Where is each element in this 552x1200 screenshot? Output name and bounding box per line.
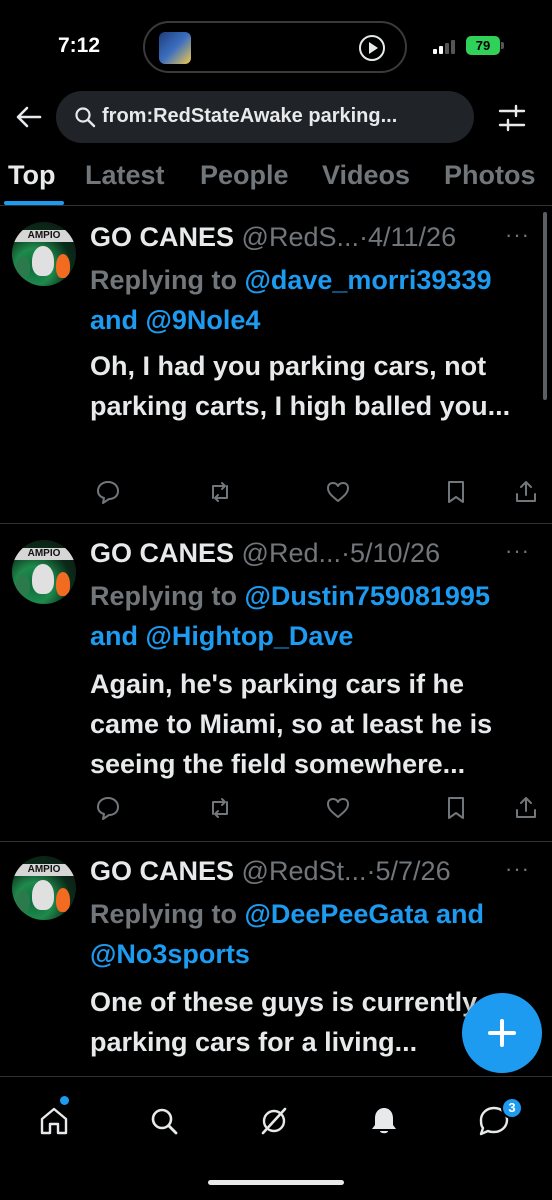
tweet-date[interactable]: 5/7/26 — [376, 856, 451, 886]
active-tab-indicator — [4, 201, 64, 205]
reply-icon[interactable] — [94, 794, 122, 822]
avatar-figure — [32, 564, 54, 594]
like-heart-icon[interactable] — [324, 794, 352, 822]
handle[interactable]: @RedS... — [242, 222, 359, 252]
reply-icon[interactable] — [94, 478, 122, 506]
bookmark-icon[interactable] — [442, 478, 470, 506]
more-options-icon[interactable]: ··· — [505, 856, 530, 882]
repost-icon[interactable] — [206, 478, 234, 506]
home-unread-dot — [60, 1096, 69, 1105]
more-options-icon[interactable]: ··· — [505, 538, 530, 564]
avatar-figure — [56, 572, 70, 596]
home-icon[interactable] — [36, 1103, 72, 1139]
tweet-actions — [90, 794, 540, 822]
avatar[interactable]: AMPIO — [12, 540, 76, 604]
home-indicator[interactable] — [208, 1180, 344, 1185]
like-heart-icon[interactable] — [324, 478, 352, 506]
battery-nub — [501, 42, 504, 49]
mention-joiner: and — [90, 305, 139, 335]
notifications-bell-icon[interactable] — [366, 1103, 402, 1139]
tweet-header: GO CANES @RedS...·4/11/26 — [90, 222, 456, 253]
tab-top[interactable]: Top — [8, 160, 55, 191]
search-explore-icon[interactable] — [146, 1103, 182, 1139]
separator-dot: · — [366, 856, 376, 886]
avatar-figure — [32, 246, 54, 276]
battery-indicator: 79 — [466, 36, 500, 55]
status-time: 7:12 — [58, 34, 101, 57]
search-input[interactable]: from:RedStateAwake parking... — [56, 91, 474, 143]
replying-label: Replying to — [90, 265, 245, 295]
now-playing-thumbnail — [159, 32, 191, 64]
repost-icon[interactable] — [206, 794, 234, 822]
handle[interactable]: @Red... — [242, 538, 341, 568]
bookmark-icon[interactable] — [442, 794, 470, 822]
separator-dot: · — [359, 222, 368, 252]
mention-link[interactable]: @Hightop_Dave — [146, 621, 354, 651]
compose-post-button[interactable] — [462, 993, 542, 1073]
share-icon[interactable] — [512, 478, 540, 506]
tab-videos[interactable]: Videos — [322, 160, 410, 191]
tweet-header: GO CANES @RedSt...·5/7/26 — [90, 856, 451, 887]
avatar-banner-text: AMPIO — [12, 864, 76, 876]
avatar-figure — [16, 890, 30, 912]
tweet-date[interactable]: 5/10/26 — [350, 538, 440, 568]
tab-photos[interactable]: Photos — [444, 160, 536, 191]
tweet-header: GO CANES @Red...·5/10/26 — [90, 538, 440, 569]
display-name[interactable]: GO CANES — [90, 538, 234, 568]
play-icon[interactable] — [359, 35, 385, 61]
avatar-banner-text: AMPIO — [12, 548, 76, 560]
mention-link[interactable]: @9Nole4 — [146, 305, 261, 335]
avatar[interactable]: AMPIO — [12, 856, 76, 920]
tweet-text[interactable]: One of these guys is currently parking c… — [90, 982, 510, 1062]
replying-label: Replying to — [90, 899, 245, 929]
avatar-figure — [32, 880, 54, 910]
search-header: from:RedStateAwake parking... — [0, 90, 552, 146]
search-tabs: Top Latest People Videos Photos — [0, 152, 552, 206]
cellular-signal-icon — [433, 38, 459, 54]
search-query: from:RedStateAwake parking... — [102, 105, 398, 127]
avatar-figure — [16, 256, 30, 278]
separator-dot: · — [341, 538, 350, 568]
mention-link[interactable]: @dave_morri39339 — [245, 265, 492, 295]
avatar[interactable]: AMPIO — [12, 222, 76, 286]
display-name[interactable]: GO CANES — [90, 222, 234, 252]
tweet-actions — [90, 478, 540, 506]
avatar-banner-text: AMPIO — [12, 230, 76, 242]
tweet-text[interactable]: Again, he's parking cars if he came to M… — [90, 664, 530, 784]
mention-link[interactable]: @Dustin759081995 — [245, 581, 490, 611]
search-icon — [75, 107, 96, 128]
replying-label: Replying to — [90, 581, 245, 611]
share-icon[interactable] — [512, 794, 540, 822]
handle[interactable]: @RedSt... — [242, 856, 367, 886]
avatar-figure — [56, 888, 70, 912]
replying-to: Replying to @DeePeeGata and @No3sports — [90, 894, 540, 974]
mention-joiner: and — [435, 899, 484, 929]
tab-latest[interactable]: Latest — [85, 160, 165, 191]
messages-badge: 3 — [501, 1097, 523, 1119]
more-options-icon[interactable]: ··· — [505, 222, 530, 248]
dynamic-island[interactable] — [143, 21, 407, 73]
mention-link[interactable]: @DeePeeGata — [245, 899, 429, 929]
tab-people[interactable]: People — [200, 160, 289, 191]
mention-joiner: and — [90, 621, 139, 651]
back-arrow-icon[interactable] — [14, 102, 44, 132]
filter-sliders-icon[interactable] — [496, 102, 528, 134]
grok-icon[interactable] — [256, 1103, 292, 1139]
tweet-card[interactable]: AMPIO GO CANES @RedS...·4/11/26 ··· Repl… — [0, 208, 552, 524]
display-name[interactable]: GO CANES — [90, 856, 234, 886]
replying-to: Replying to @Dustin759081995 and @Highto… — [90, 576, 540, 656]
tweet-date[interactable]: 4/11/26 — [368, 222, 456, 252]
tweet-card[interactable]: AMPIO GO CANES @Red...·5/10/26 ··· Reply… — [0, 524, 552, 842]
status-bar: 7:12 79 — [0, 0, 552, 92]
replying-to: Replying to @dave_morri39339 and @9Nole4 — [90, 260, 540, 340]
mention-link[interactable]: @No3sports — [90, 939, 250, 969]
avatar-figure — [16, 574, 30, 596]
avatar-figure — [56, 254, 70, 278]
tweet-text[interactable]: Oh, I had you parking cars, not parking … — [90, 346, 530, 426]
